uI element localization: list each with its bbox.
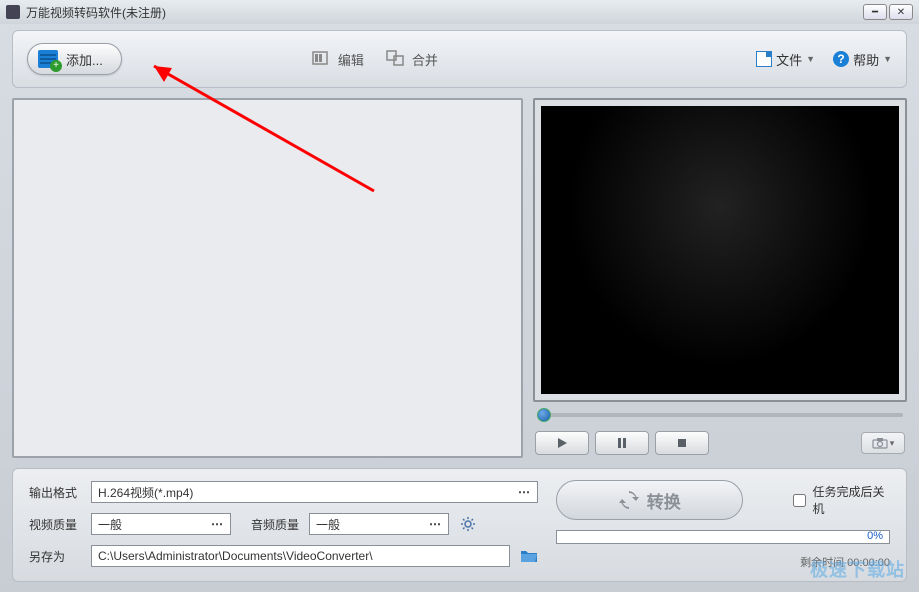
pause-button[interactable] [595,431,649,455]
file-menu-label: 文件 [776,50,802,69]
output-format-select[interactable]: H.264视频(*.mp4) ⋯ [91,481,538,503]
video-frame [533,98,907,402]
save-as-label: 另存为 [29,548,81,565]
stop-icon [677,438,687,448]
edit-icon [312,50,332,68]
output-format-label: 输出格式 [29,484,81,501]
merge-button[interactable]: 合并 [386,50,438,69]
file-menu[interactable]: 文件 ▼ [756,50,815,69]
play-button[interactable] [535,431,589,455]
audio-quality-label: 音频质量 [251,516,299,533]
window-title: 万能视频转码软件(未注册) [26,4,166,21]
app-icon [6,5,20,19]
camera-icon [872,437,888,449]
settings-gear-button[interactable] [459,515,477,533]
convert-button-label: 转换 [647,488,681,513]
toolbar: 添加... 编辑 合并 文件 ▼ ? 帮助 ▼ [12,30,907,88]
shutdown-checkbox[interactable] [793,494,806,507]
film-add-icon [38,50,58,68]
browse-folder-button[interactable] [520,547,538,565]
save-path-value: C:\Users\Administrator\Documents\VideoCo… [98,549,373,563]
convert-icon [619,490,639,510]
playback-controls: ▾ [535,428,905,458]
close-button[interactable]: ✕ [889,4,913,20]
chevron-down-icon: ▼ [806,54,815,64]
ellipsis-icon: ⋯ [429,517,442,531]
edit-label: 编辑 [338,50,364,69]
help-menu[interactable]: ? 帮助 ▼ [833,50,892,69]
preview-panel: ▾ [533,98,907,458]
convert-button[interactable]: 转换 [556,480,743,520]
save-path-input[interactable]: C:\Users\Administrator\Documents\VideoCo… [91,545,510,567]
gear-icon [460,516,476,532]
settings-panel: 输出格式 H.264视频(*.mp4) ⋯ 视频质量 一般 ⋯ 音频质量 一般 … [12,468,907,582]
stop-button[interactable] [655,431,709,455]
document-icon [756,51,772,67]
video-quality-value: 一般 [98,516,122,533]
file-list-panel[interactable] [12,98,523,458]
snapshot-button[interactable]: ▾ [861,432,905,454]
edit-button[interactable]: 编辑 [312,50,364,69]
add-button[interactable]: 添加... [27,43,122,75]
audio-quality-select[interactable]: 一般 ⋯ [309,513,449,535]
minimize-button[interactable]: ━ [863,4,887,20]
merge-icon [386,50,406,68]
main-area: ▾ [12,98,907,458]
video-preview[interactable] [541,106,899,394]
progress-bar: 0% [556,530,890,544]
titlebar: 万能视频转码软件(未注册) ━ ✕ [0,0,919,24]
pause-icon [617,437,627,449]
seek-thumb[interactable] [537,408,551,422]
shutdown-label: 任务完成后关机 [812,483,890,517]
chevron-down-icon: ▼ [883,54,892,64]
ellipsis-icon: ⋯ [518,485,531,499]
audio-quality-value: 一般 [316,516,340,533]
merge-label: 合并 [412,50,438,69]
progress-percent: 0% [867,530,883,542]
chevron-down-icon: ▾ [890,438,895,449]
time-remaining: 剩余时间 00:00:00 [556,554,890,570]
add-button-label: 添加... [66,50,103,69]
ellipsis-icon: ⋯ [211,517,224,531]
video-quality-label: 视频质量 [29,516,81,533]
seek-slider[interactable] [537,406,903,424]
output-format-value: H.264视频(*.mp4) [98,484,193,501]
help-menu-label: 帮助 [853,50,879,69]
folder-icon [520,549,538,563]
help-icon: ? [833,51,849,67]
video-quality-select[interactable]: 一般 ⋯ [91,513,231,535]
play-icon [556,437,568,449]
